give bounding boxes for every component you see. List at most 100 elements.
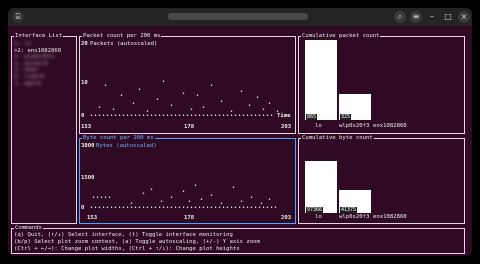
packet-point: • (120, 93, 124, 99)
byte-point: • (186, 205, 190, 211)
interface-item[interactable]: 6: lxdbr0 (14, 74, 44, 80)
byte-point: • (232, 185, 236, 191)
byte-point: • (138, 205, 142, 211)
packet-point: • (202, 105, 206, 111)
byte-point: • (94, 205, 98, 211)
packet-point: • (178, 113, 182, 119)
byte-point: • (142, 205, 146, 211)
packet-point: • (106, 113, 110, 119)
packet-point: • (134, 113, 138, 119)
byte-point: • (154, 205, 158, 211)
packet-point: • (270, 113, 274, 119)
byte-point: • (122, 205, 126, 211)
minimize-icon[interactable]: – (426, 11, 438, 23)
byte-point: • (266, 205, 270, 211)
packet-point: • (138, 87, 142, 93)
byte-point: • (230, 205, 234, 211)
packet-point: • (142, 113, 146, 119)
byte-point: • (202, 205, 206, 211)
byte-point: • (234, 205, 238, 211)
maximize-icon[interactable]: □ (442, 11, 454, 23)
packet-point: • (248, 103, 252, 109)
byte-plot-subtitle: Bytes (autoscaled) (96, 143, 157, 149)
byte-point: • (170, 195, 174, 201)
commands-title: Commands (14, 225, 43, 231)
interface-item[interactable]: 3: wlp0s20f3 (14, 54, 54, 60)
byte-point: • (130, 201, 134, 207)
byte-point: • (210, 205, 214, 211)
packet-point: • (130, 113, 134, 119)
packet-point: • (198, 113, 202, 119)
packet-point: • (98, 113, 102, 119)
cum-packet-bar (305, 40, 337, 120)
packet-point: • (182, 91, 186, 97)
packet-point: • (262, 113, 266, 119)
interface-item[interactable]: 5: demo (14, 67, 38, 73)
byte-point: • (96, 195, 100, 201)
cum-byte-bar-label: wlp0s20f3 (339, 214, 370, 220)
interface-item[interactable]: 7: mpbr0 (14, 81, 41, 87)
byte-point: • (194, 205, 198, 211)
packet-point: • (262, 107, 266, 113)
packet-point: • (202, 113, 206, 119)
byte-plot-title: Byte count per 200 ms (82, 135, 155, 141)
packet-point: • (210, 113, 214, 119)
packet-x-tick-end: 203 (281, 124, 292, 130)
packet-point: • (218, 113, 222, 119)
packet-point: • (126, 113, 130, 119)
search-icon[interactable]: ⌕ (394, 11, 406, 23)
interface-item[interactable]: 4: docker0 (14, 61, 48, 67)
byte-point: • (242, 205, 246, 211)
byte-point: • (188, 199, 192, 205)
packet-point: • (132, 101, 136, 107)
packet-point: • (90, 113, 94, 119)
packet-point: • (210, 83, 214, 89)
close-icon[interactable]: × (458, 11, 470, 23)
byte-point: • (90, 205, 94, 211)
byte-x-tick-mid: 178 (184, 215, 195, 221)
packet-point: • (94, 113, 98, 119)
byte-x-tick-end: 203 (281, 215, 292, 221)
terminal-content[interactable]: Interface List 1: lo >2: enx1082860 3: wlp… (8, 26, 472, 256)
byte-point: • (126, 205, 130, 211)
packet-point: • (196, 93, 200, 99)
title-bar: ⌸ ⌕ ≡ – □ × (8, 8, 472, 26)
command-line-2: (b/p) Select plot zoom context, (a) Togg… (14, 239, 260, 245)
packet-point: • (104, 83, 108, 89)
packet-point: • (242, 113, 246, 119)
interface-list-panel: Interface List 1: lo >2: enx1082860 3: wlp… (11, 33, 77, 224)
cumulative-byte-panel: Cumulative byte count 97366 lo 41375 wlp0s2… (298, 135, 465, 224)
byte-point: • (178, 205, 182, 211)
packet-point: • (258, 113, 262, 119)
byte-point: • (194, 183, 198, 189)
terminal-icon[interactable]: ⌸ (12, 11, 24, 23)
interface-item[interactable]: 1: lo (14, 41, 31, 47)
menu-icon[interactable]: ≡ (410, 11, 422, 23)
packet-plot-title: Packet count per 200 ms (82, 33, 162, 39)
byte-point: • (158, 205, 162, 211)
packet-point: • (158, 113, 162, 119)
byte-point: • (198, 205, 202, 211)
byte-point: • (104, 195, 108, 201)
byte-y-tick-top: 3000 (81, 143, 95, 149)
packet-point: • (186, 113, 190, 119)
cum-byte-bar-label: enx1082860 (373, 214, 407, 220)
byte-point: • (268, 197, 272, 203)
byte-point: • (142, 191, 146, 197)
byte-point: • (210, 193, 214, 199)
packet-point: • (154, 113, 158, 119)
cum-packet-bar-value: 865 (306, 114, 318, 121)
packet-x-tick-mid: 178 (184, 124, 195, 130)
cum-packet-bar-value: 325 (340, 114, 352, 121)
interface-list-title: Interface List (14, 33, 64, 39)
byte-point: • (238, 205, 242, 211)
byte-point: • (102, 205, 106, 211)
commands-panel: Commands (q) Quit, (↑/↓) Select interfac… (11, 225, 465, 254)
byte-point: • (162, 205, 166, 211)
interface-item-selected[interactable]: >2: enx1082860 (14, 48, 61, 54)
packet-point: • (162, 79, 166, 85)
packet-point: • (230, 109, 234, 115)
byte-point: • (182, 205, 186, 211)
cum-packet-bar-label: wlp0s20f3 (339, 123, 370, 129)
cum-packet-bar-label: enx1082860 (373, 123, 407, 129)
